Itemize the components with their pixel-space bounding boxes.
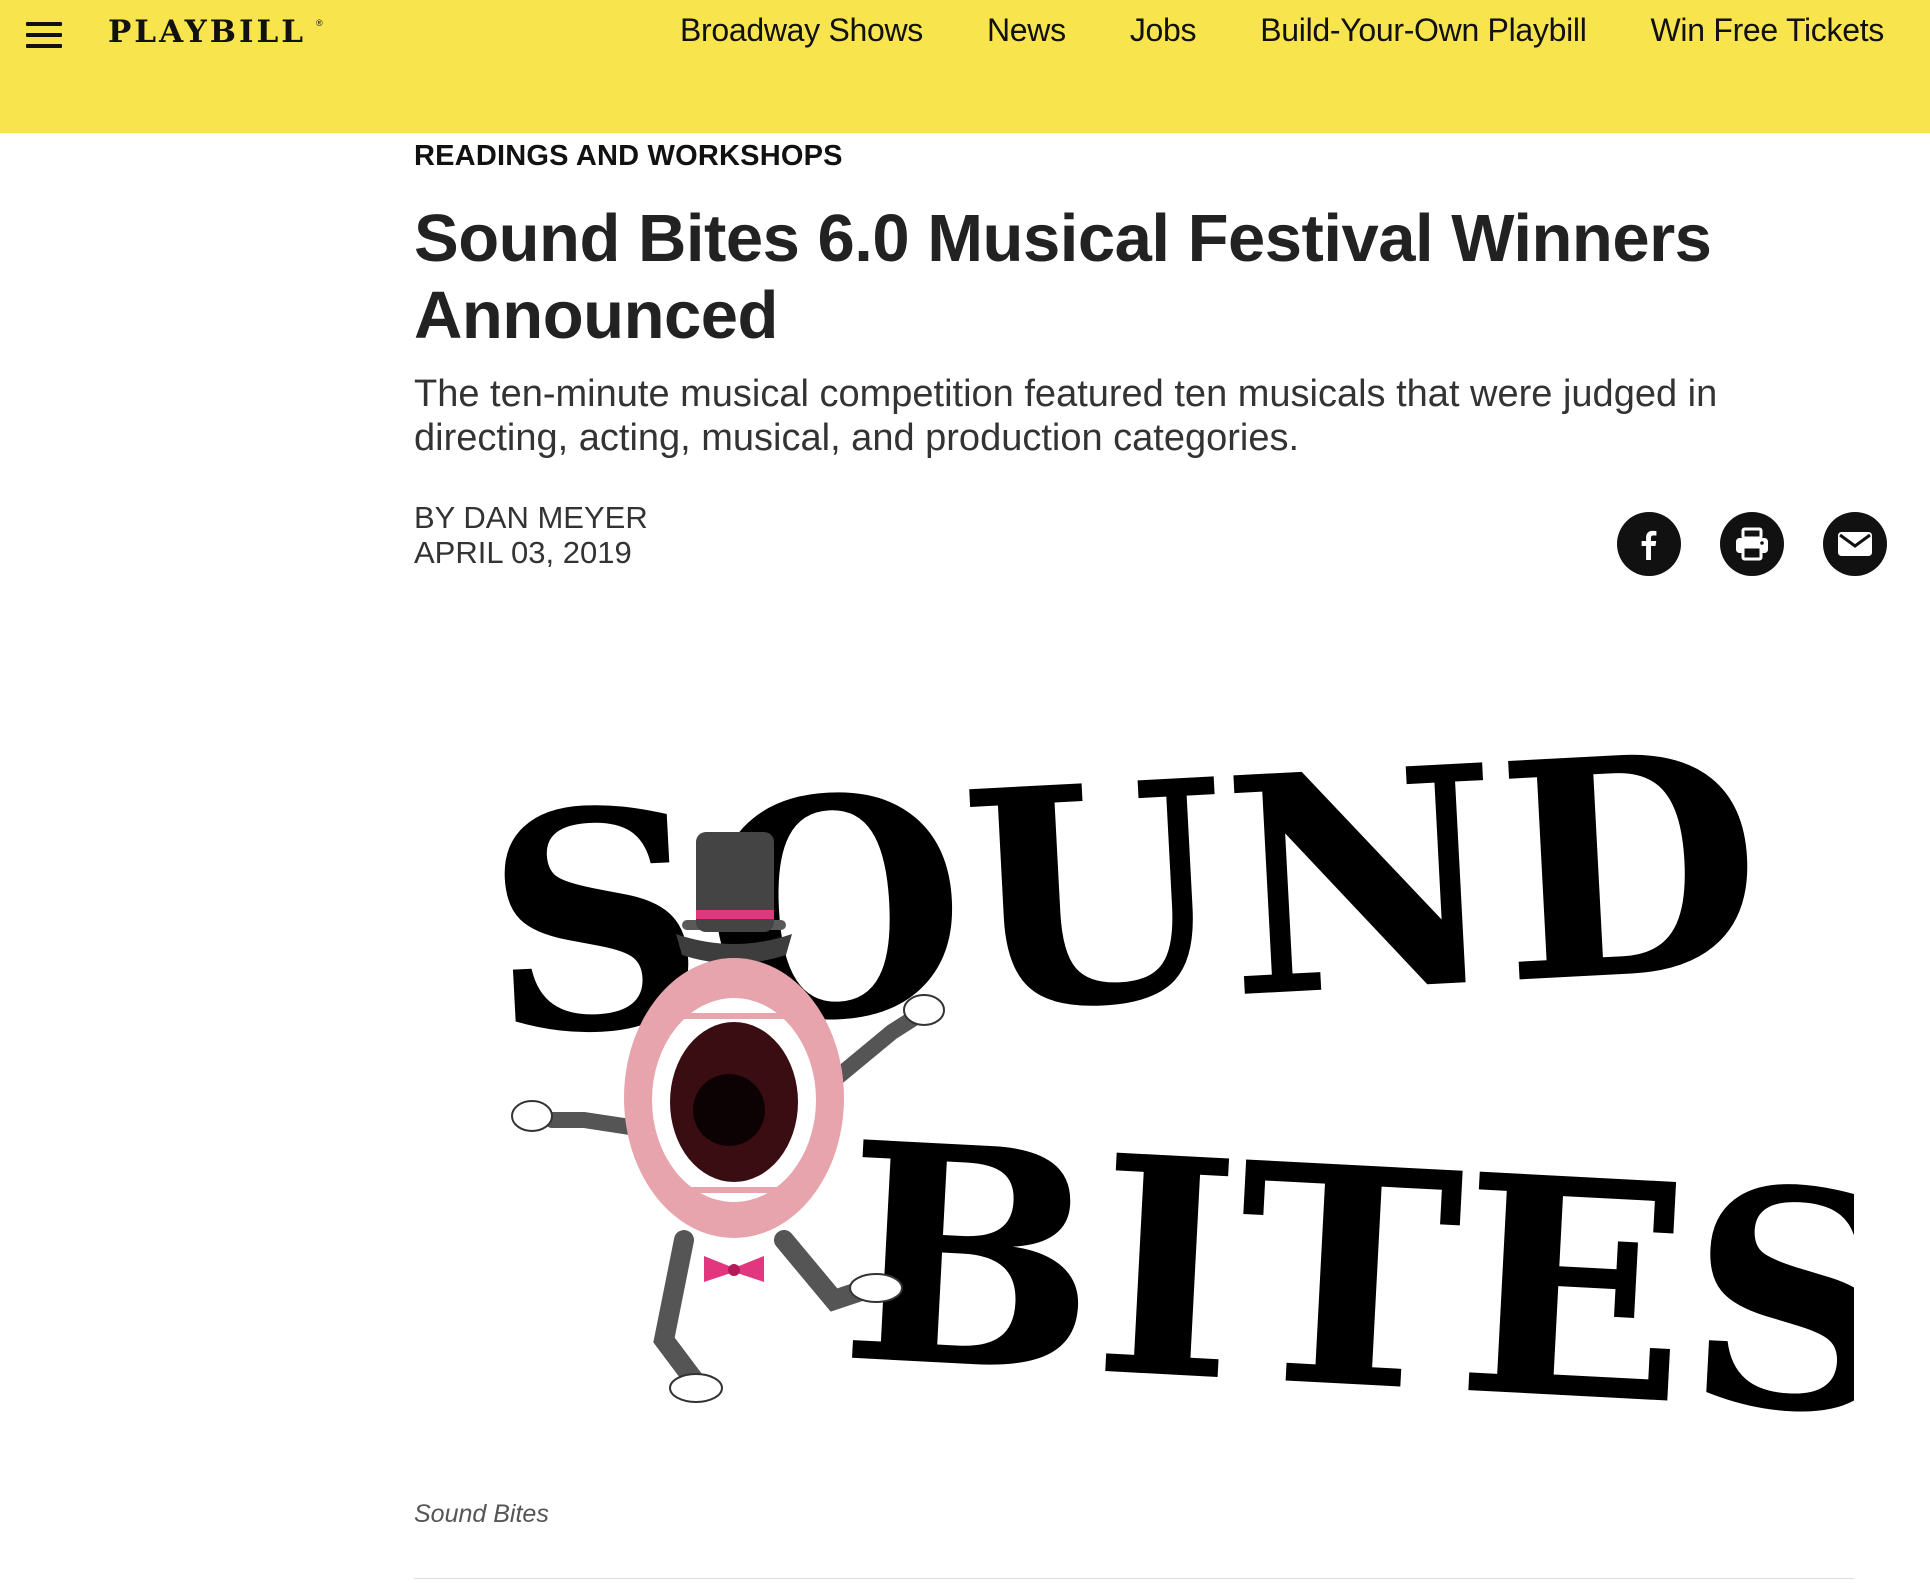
image-caption: Sound Bites: [414, 1500, 549, 1528]
playbill-logo[interactable]: PLAYBILL: [108, 14, 306, 50]
registered-mark: ®: [316, 18, 323, 28]
logo-word-bites: BITES: [834, 1075, 1854, 1420]
nav-win-free-tickets[interactable]: Win Free Tickets: [1651, 12, 1885, 49]
nav-jobs[interactable]: Jobs: [1130, 12, 1197, 49]
email-icon[interactable]: [1823, 512, 1887, 576]
article-category[interactable]: READINGS AND WORKSHOPS: [414, 140, 1894, 173]
hero-image: SOUND BITES: [414, 600, 1913, 1484]
hamburger-menu-icon[interactable]: [26, 22, 64, 48]
sound-bites-logo: SOUND BITES: [478, 685, 1913, 1484]
article-header: READINGS AND WORKSHOPS Sound Bites 6.0 M…: [414, 140, 1894, 576]
article-title: Sound Bites 6.0 Musical Festival Winners…: [414, 201, 1712, 353]
divider: [414, 1578, 1854, 1579]
nav-build-your-own-playbill[interactable]: Build-Your-Own Playbill: [1260, 12, 1587, 49]
article-byline[interactable]: BY DAN MEYER: [414, 500, 648, 535]
article-meta: BY DAN MEYER APRIL 03, 2019: [414, 500, 648, 570]
facebook-icon[interactable]: [1617, 512, 1681, 576]
top-navigation-bar: PLAYBILL ® Broadway Shows News Jobs Buil…: [0, 0, 1930, 133]
share-buttons: [1617, 512, 1887, 576]
article-subtitle: The ten-minute musical competition featu…: [414, 373, 1718, 459]
print-icon[interactable]: [1720, 512, 1784, 576]
article-date: APRIL 03, 2019: [414, 535, 632, 570]
nav-broadway-shows[interactable]: Broadway Shows: [680, 12, 923, 49]
main-nav: Broadway Shows News Jobs Build-Your-Own …: [680, 12, 1884, 49]
nav-news[interactable]: News: [987, 12, 1066, 49]
